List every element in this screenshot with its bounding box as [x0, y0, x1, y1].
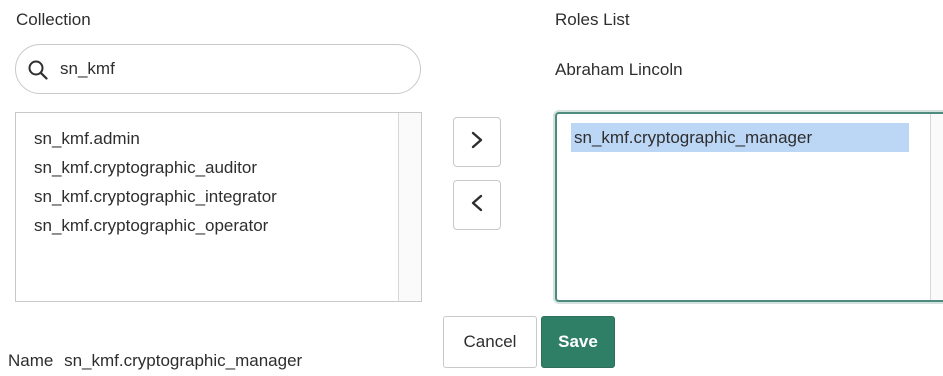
roles-user-name: Abraham Lincoln: [555, 60, 683, 79]
collection-list-item[interactable]: sn_kmf.cryptographic_auditor: [34, 153, 277, 182]
collection-search[interactable]: [15, 44, 421, 94]
chevron-right-icon: [470, 130, 484, 155]
search-input[interactable]: [60, 57, 400, 81]
remove-role-button[interactable]: [453, 180, 501, 230]
chevron-left-icon: [470, 193, 484, 218]
cancel-button[interactable]: Cancel: [443, 316, 537, 368]
roles-list-label: Roles List: [555, 10, 630, 29]
roles-list[interactable]: sn_kmf.cryptographic_manager: [555, 112, 943, 302]
roles-scrollbar[interactable]: [930, 114, 943, 300]
save-button[interactable]: Save: [541, 316, 615, 368]
name-label: Name: [8, 351, 54, 370]
collection-label: Collection: [16, 10, 91, 29]
roles-list-item[interactable]: sn_kmf.cryptographic_manager: [571, 123, 909, 152]
collection-list-item[interactable]: sn_kmf.cryptographic_operator: [34, 211, 277, 240]
collection-list[interactable]: sn_kmf.admin sn_kmf.cryptographic_auditor…: [15, 112, 422, 302]
name-value: sn_kmf.cryptographic_manager: [64, 351, 303, 370]
collection-list-item[interactable]: sn_kmf.cryptographic_integrator: [34, 182, 277, 211]
collection-list-item[interactable]: sn_kmf.admin: [34, 124, 277, 153]
search-icon: [28, 60, 48, 80]
name-row: Name sn_kmf.cryptographic_manager: [8, 351, 302, 371]
collection-scrollbar[interactable]: [398, 113, 421, 301]
add-role-button[interactable]: [453, 117, 501, 167]
